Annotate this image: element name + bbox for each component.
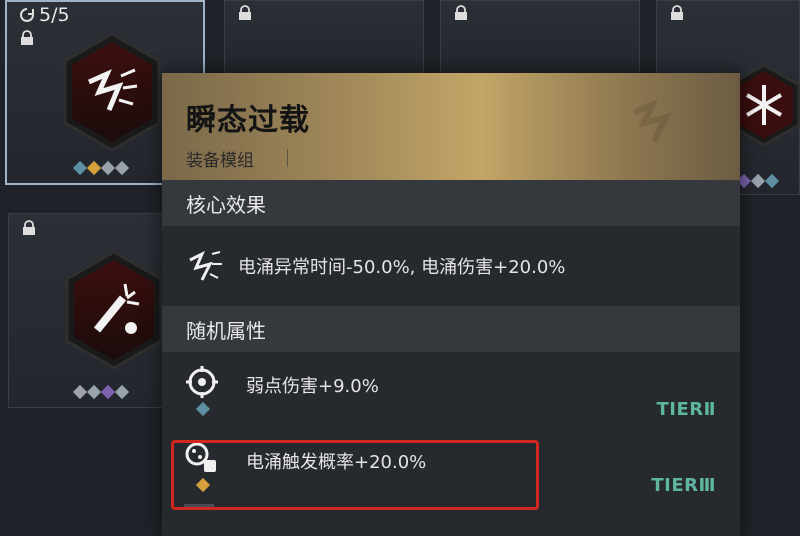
pip [86,384,102,400]
core-effect-header: 核心效果 [162,180,740,226]
module-watermark-icon [632,99,672,143]
subtitle-divider [287,149,288,167]
module-slot-3[interactable] [440,0,640,75]
pip [86,160,102,176]
pip [750,173,766,189]
rarity-pips [72,160,130,176]
pip [114,384,130,400]
tooltip-header: 瞬态过载 装备模组 [162,73,740,180]
refresh-icon [20,8,34,22]
attr-tier: TIERⅡ [656,399,716,420]
attr-row-1: 弱点伤害+9.0% TIERⅡ [162,352,740,428]
attr-tier-pip [195,401,211,417]
rarity-pips [736,173,780,189]
attr-tier: TIERⅢ [651,475,716,496]
lock-icon [21,30,33,45]
lock-icon [23,220,35,235]
counter-value: 5/5 [39,4,70,26]
burst-module-icon [65,250,163,370]
lightning-effect-icon [189,250,222,281]
lightning-module-icon [63,32,161,152]
crosshair-icon [186,366,218,398]
lock-icon [455,5,467,20]
pip [764,173,780,189]
core-effect-row: 电涌异常时间-50.0%, 电涌伤害+20.0% [162,226,740,306]
rarity-pips [72,384,130,400]
pip [100,384,116,400]
module-type: 装备模组 [186,151,254,171]
pip [100,160,116,176]
module-title: 瞬态过载 [186,103,310,138]
module-counter: 5/5 [19,4,70,26]
highlight-box [171,440,539,510]
pip [72,384,88,400]
random-attr-header: 随机属性 [162,306,740,352]
module-slot-2[interactable] [224,0,424,75]
lock-icon [239,5,251,20]
core-effect-text: 电涌异常时间-50.0%, 电涌伤害+20.0% [238,257,566,278]
lock-icon [671,5,683,20]
attr-text: 弱点伤害+9.0% [246,376,379,397]
pip [72,160,88,176]
pip [114,160,130,176]
